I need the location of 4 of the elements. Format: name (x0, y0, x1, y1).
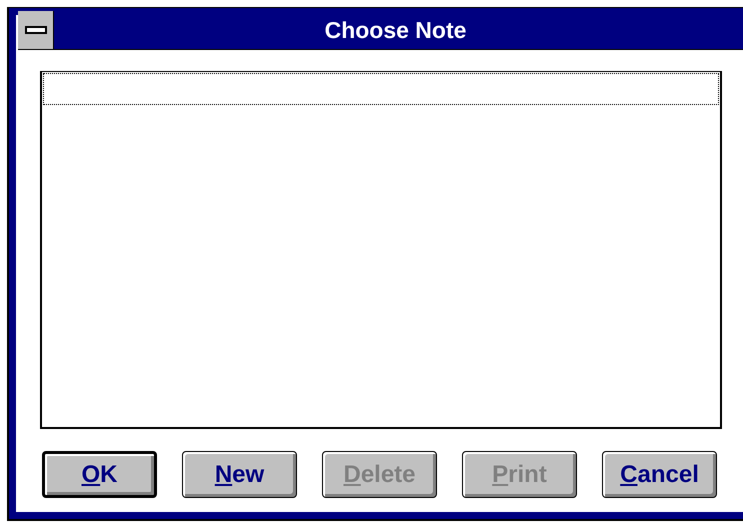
dialog-button[interactable]: New (182, 451, 297, 498)
dialog-button[interactable]: OK (42, 451, 157, 498)
window-title: Choose Note (324, 16, 468, 44)
dialog-button[interactable]: Cancel (602, 451, 717, 498)
